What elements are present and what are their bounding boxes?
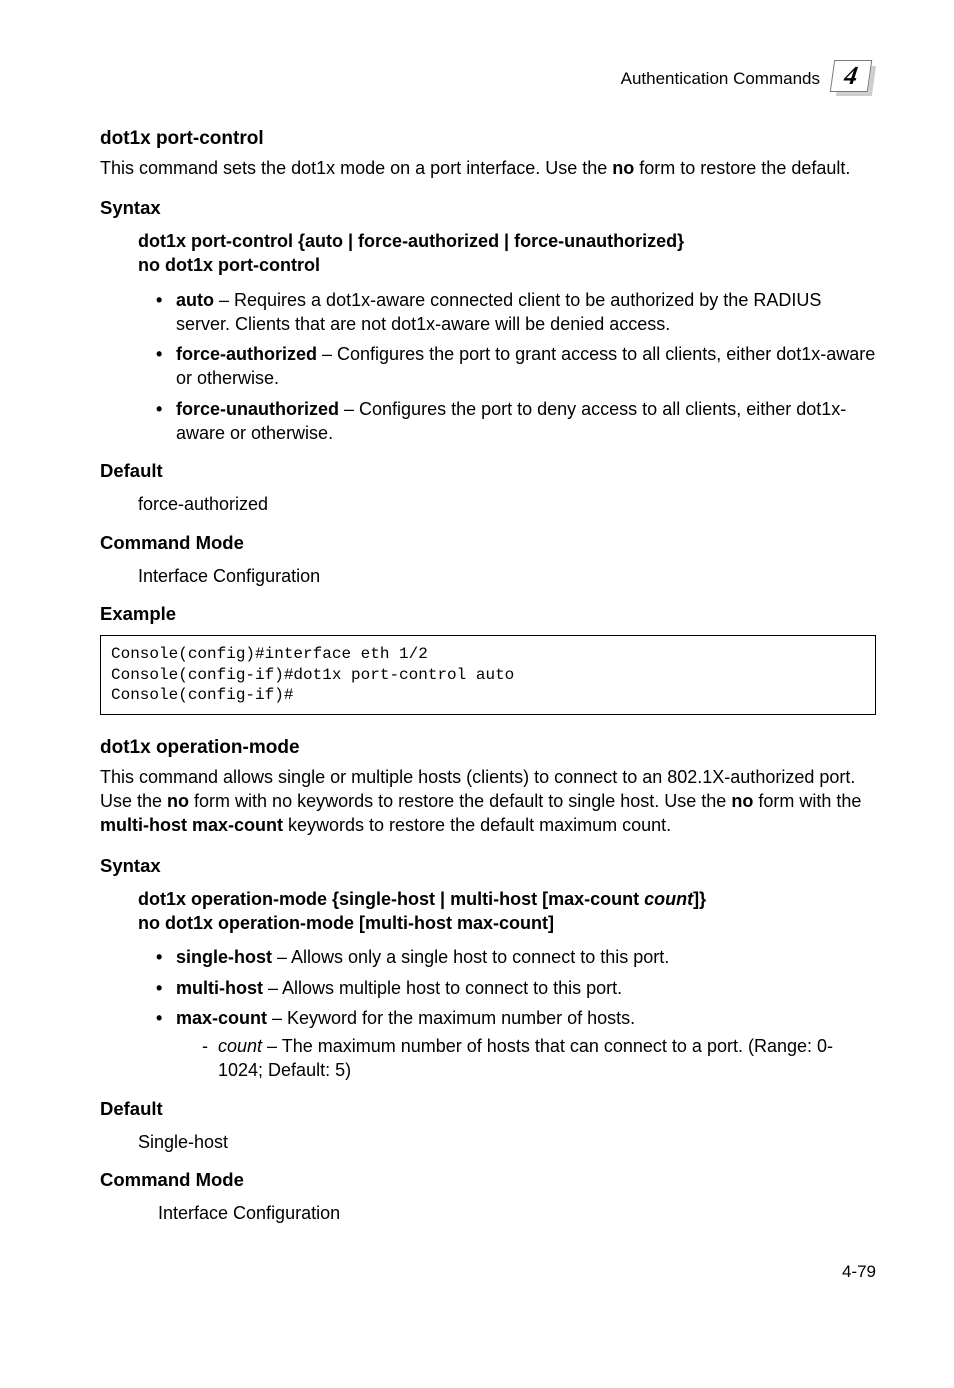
option-max-count: max-count [176, 1008, 267, 1028]
text: dot1x port-control [138, 231, 293, 251]
text: – Allows only a single host to connect t… [272, 947, 669, 967]
text: dot1x operation-mode [138, 889, 327, 909]
keyword-no: no [612, 158, 634, 178]
text: form with the [753, 791, 861, 811]
list-item: count – The maximum number of hosts that… [202, 1034, 876, 1083]
syntax-line: no dot1x operation-mode [multi-host max-… [138, 911, 876, 935]
example-code-block: Console(config)#interface eth 1/2 Consol… [100, 635, 876, 715]
syntax-block: dot1x port-control {auto | force-authori… [138, 229, 876, 278]
param-count: count [644, 889, 693, 909]
text: form to restore the default. [634, 158, 850, 178]
page-header: Authentication Commands 4 [100, 60, 876, 98]
list-item: force-authorized – Configures the port t… [156, 342, 876, 391]
list-item: force-unauthorized – Configures the port… [156, 397, 876, 446]
option-auto: auto [176, 290, 214, 310]
chapter-number: 4 [830, 60, 872, 92]
option-list: single-host – Allows only a single host … [156, 945, 876, 1082]
command-mode-value: Interface Configuration [158, 1201, 876, 1225]
text: form with no keywords to restore the def… [189, 791, 731, 811]
syntax-heading: Syntax [100, 196, 876, 221]
command-mode-heading: Command Mode [100, 1168, 876, 1193]
text: keywords to restore the default maximum … [283, 815, 671, 835]
syntax-block: dot1x operation-mode {single-host | mult… [138, 887, 876, 936]
command-mode-value: Interface Configuration [138, 564, 876, 588]
sub-option-list: count – The maximum number of hosts that… [202, 1034, 876, 1083]
command-title-dot1x-operation-mode: dot1x operation-mode [100, 735, 876, 761]
param-count: count [218, 1036, 262, 1056]
default-heading: Default [100, 459, 876, 484]
default-value: force-authorized [138, 492, 876, 516]
page-number: 4-79 [100, 1261, 876, 1284]
text: – The maximum number of hosts that can c… [218, 1036, 833, 1080]
syntax-line: dot1x operation-mode {single-host | mult… [138, 887, 876, 911]
list-item: single-host – Allows only a single host … [156, 945, 876, 969]
syntax-line: no dot1x port-control [138, 253, 876, 277]
text: single-host [339, 889, 435, 909]
default-heading: Default [100, 1097, 876, 1122]
option-multi-host: multi-host [176, 978, 263, 998]
header-title: Authentication Commands [621, 68, 820, 91]
syntax-heading: Syntax [100, 854, 876, 879]
text: – Allows multiple host to connect to thi… [263, 978, 622, 998]
option-single-host: single-host [176, 947, 272, 967]
list-item: multi-host – Allows multiple host to con… [156, 976, 876, 1000]
option-force-unauthorized: force-unauthorized [176, 399, 339, 419]
command-description: This command sets the dot1x mode on a po… [100, 156, 876, 180]
text: This command sets the dot1x mode on a po… [100, 158, 612, 178]
list-item: auto – Requires a dot1x-aware connected … [156, 288, 876, 337]
command-title-dot1x-port-control: dot1x port-control [100, 126, 876, 152]
keyword-no: no [167, 791, 189, 811]
text: multi-host max-count [365, 913, 548, 933]
option-list: auto – Requires a dot1x-aware connected … [156, 288, 876, 446]
text: multi-host [450, 889, 537, 909]
chapter-number-icon: 4 [832, 60, 876, 98]
keyword-no: no [731, 791, 753, 811]
keyword-multi-host-max-count: multi-host max-count [100, 815, 283, 835]
text: – Requires a dot1x-aware connected clien… [176, 290, 821, 334]
command-mode-heading: Command Mode [100, 531, 876, 556]
option-force-authorized: force-authorized [176, 344, 317, 364]
example-heading: Example [100, 602, 876, 627]
text: max-count [548, 889, 639, 909]
command-description: This command allows single or multiple h… [100, 765, 876, 838]
default-value: Single-host [138, 1130, 876, 1154]
text: – Keyword for the maximum number of host… [267, 1008, 635, 1028]
syntax-line: dot1x port-control {auto | force-authori… [138, 229, 876, 253]
text: auto | force-authorized | force-unauthor… [305, 231, 677, 251]
text: no dot1x operation-mode [138, 913, 354, 933]
list-item: max-count – Keyword for the maximum numb… [156, 1006, 876, 1083]
